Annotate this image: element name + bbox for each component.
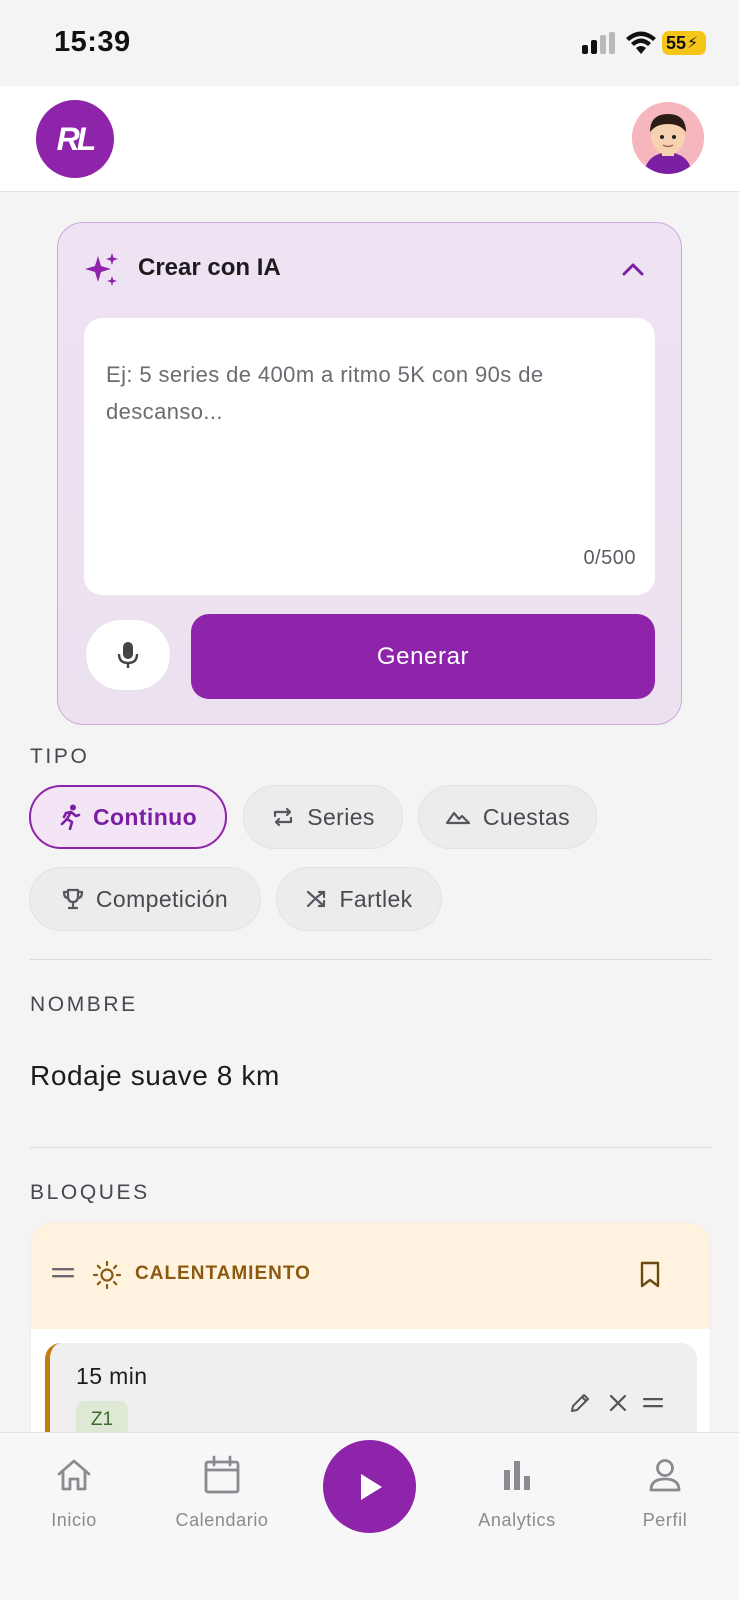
type-chip-label: Cuestas [482, 803, 571, 830]
section-divider [30, 1147, 711, 1148]
nav-analytics[interactable]: Analytics [457, 1452, 577, 1531]
char-counter: 0/500 [583, 547, 636, 569]
chevron-up-icon[interactable] [618, 256, 648, 282]
step-duration: 15 min [76, 1363, 148, 1389]
block-title: CALENTAMIENTO [135, 1263, 311, 1284]
nav-perfil[interactable]: Perfil [605, 1452, 725, 1531]
start-workout-button[interactable] [323, 1440, 416, 1533]
nav-label: Inicio [51, 1510, 97, 1530]
nombre-section-label: NOMBRE [30, 993, 138, 1016]
play-icon [360, 1473, 382, 1500]
workout-name-field[interactable]: Rodaje suave 8 km [30, 1060, 280, 1092]
type-chip-cuestas[interactable]: Cuestas [418, 785, 597, 849]
bookmark-icon[interactable] [639, 1261, 661, 1289]
battery-level: 55 [666, 32, 687, 53]
block-card: CALENTAMIENTO 15 min Z1 [30, 1222, 711, 1442]
calendar-icon [204, 1455, 240, 1494]
avatar[interactable] [632, 102, 704, 174]
type-chip-label: Series [307, 803, 375, 830]
nav-label: Analytics [478, 1510, 556, 1530]
block-header[interactable] [31, 1223, 710, 1329]
section-divider [30, 959, 711, 960]
home-icon [57, 1459, 91, 1491]
type-chip-label: Competición [95, 885, 229, 912]
battery-indicator: 55 ⚡ [662, 31, 706, 55]
nav-label: Perfil [642, 1510, 688, 1530]
logo-text: RL [56, 120, 97, 157]
type-chip-fartlek[interactable]: Fartlek [276, 867, 442, 931]
avatar-illustration [632, 102, 704, 174]
type-chip-competicion[interactable]: Competición [29, 867, 261, 931]
type-chip-continuo[interactable]: Continuo [29, 785, 227, 849]
sparkle-icon [85, 253, 118, 286]
status-time: 15:39 [54, 26, 131, 58]
running-icon [60, 804, 81, 830]
repeat-icon [274, 807, 293, 827]
type-chip-series[interactable]: Series [243, 785, 403, 849]
wifi-icon [626, 31, 656, 54]
trophy-icon [62, 888, 83, 910]
charging-icon: ⚡ [687, 35, 699, 52]
type-chip-label: Fartlek [339, 885, 413, 912]
microphone-button[interactable] [85, 619, 171, 691]
bloques-section-label: BLOQUES [30, 1181, 150, 1204]
bar-chart-icon [504, 1461, 530, 1490]
drag-handle-icon[interactable] [642, 1395, 664, 1411]
nav-label: Calendario [175, 1510, 269, 1530]
shuffle-icon [307, 890, 326, 908]
app-logo[interactable]: RL [36, 100, 114, 178]
type-chip-label: Continuo [92, 803, 198, 830]
close-icon[interactable] [608, 1393, 628, 1413]
block-step[interactable]: 15 min Z1 [45, 1343, 697, 1441]
ai-card-title: Crear con IA [138, 254, 281, 281]
person-icon [649, 1459, 681, 1492]
drag-handle-icon[interactable] [51, 1265, 75, 1281]
mountain-icon [445, 811, 471, 825]
generate-button[interactable]: Generar [191, 614, 655, 699]
pencil-icon[interactable] [568, 1391, 592, 1415]
microphone-icon [117, 642, 139, 668]
nav-calendario[interactable]: Calendario [162, 1452, 282, 1531]
nav-inicio[interactable]: Inicio [14, 1452, 134, 1531]
sun-icon [93, 1261, 121, 1289]
signal-icon [582, 32, 616, 54]
tipo-section-label: TIPO [30, 745, 90, 768]
